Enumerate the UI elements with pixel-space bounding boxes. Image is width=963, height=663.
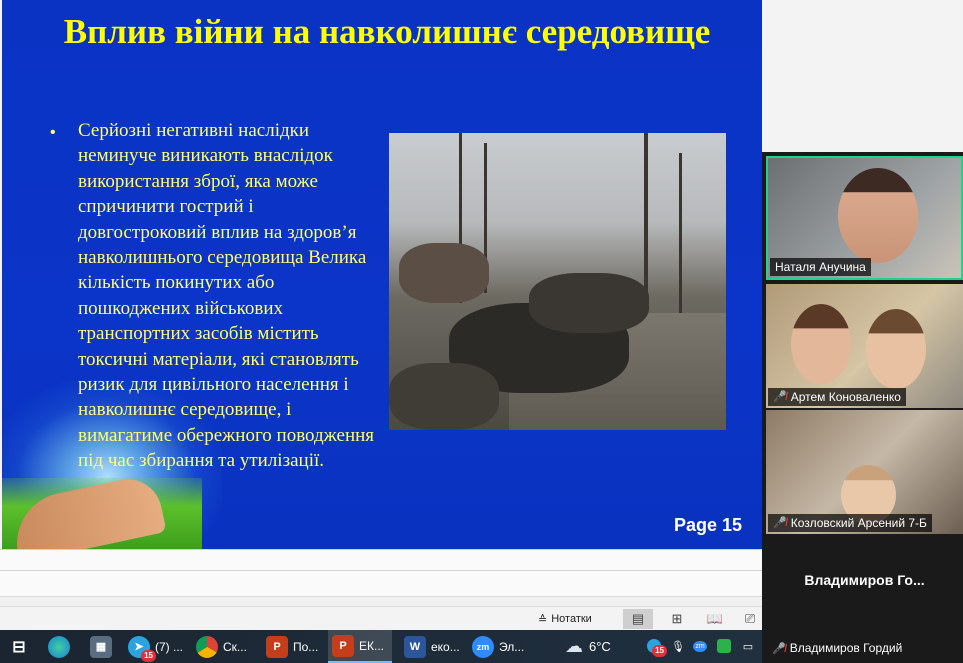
taskbar-powerpoint-2[interactable]: P ЕК... bbox=[328, 630, 392, 663]
tray-telegram-icon: 15 bbox=[647, 639, 667, 657]
notes-icon: ≙ bbox=[538, 613, 548, 626]
participant-name-tag: 🎤̸ Владимиров Гордий bbox=[766, 637, 963, 659]
taskbar-chrome[interactable]: Ск... bbox=[192, 630, 251, 663]
slide: Вплив війни на навколишнє середовище • С… bbox=[2, 0, 762, 549]
mic-muted-icon: 🎤̸ bbox=[773, 391, 787, 403]
calculator-icon: ▦ bbox=[90, 635, 112, 658]
normal-view-button[interactable]: ▤ bbox=[623, 609, 653, 629]
powerpoint-icon: P bbox=[266, 635, 288, 658]
microphone-icon[interactable]: 🎙 bbox=[668, 636, 688, 656]
tray-telegram[interactable]: 15 bbox=[644, 636, 667, 657]
weather-widget[interactable]: ☁ 6°C bbox=[565, 630, 611, 663]
video-tile[interactable]: Наталя Анучина bbox=[766, 156, 963, 280]
ppt1-label: По... bbox=[293, 639, 319, 654]
taskbar-powerpoint-1[interactable]: P По... bbox=[262, 630, 322, 663]
notes-button[interactable]: ≙ Нотатки bbox=[538, 610, 592, 628]
participant-video bbox=[866, 309, 926, 389]
chrome-icon bbox=[196, 635, 218, 658]
taskbar: ⊟ ▦ ➤ 15 (7) ... Ск... P По... P ЕК... W … bbox=[0, 630, 762, 663]
divider bbox=[0, 570, 762, 571]
video-tile[interactable]: 🎤̸ Артем Коноваленко bbox=[766, 284, 963, 408]
horizontal-scrollbar[interactable] bbox=[0, 596, 762, 606]
task-view-icon: ⊟ bbox=[12, 638, 26, 656]
participant-video bbox=[791, 304, 851, 384]
bullet-icon: • bbox=[50, 124, 56, 141]
slideshow-button[interactable]: ⎚ bbox=[738, 609, 762, 629]
zoom-icon: zm bbox=[472, 635, 494, 658]
participant-name-tag: 🎤̸ Козловский Арсений 7-Б bbox=[768, 514, 932, 532]
tray-zoom-icon[interactable]: zm bbox=[690, 636, 710, 656]
debris-shape bbox=[529, 273, 649, 333]
slide-bullet-text: Серйозні негативні наслідки неминуче вин… bbox=[78, 120, 375, 472]
telegram-icon: ➤ 15 bbox=[128, 635, 156, 662]
video-tile[interactable]: Владимиров Го... bbox=[766, 536, 963, 634]
war-damage-photo bbox=[389, 133, 726, 430]
cloud-icon: ☁ bbox=[565, 636, 583, 656]
participant-name-tag: Наталя Анучина bbox=[770, 258, 871, 276]
taskbar-calculator[interactable]: ▦ bbox=[86, 630, 116, 663]
status-bar: ≙ Нотатки ▤ ⊞ 📖 ⎚ bbox=[0, 606, 762, 630]
temperature: 6°C bbox=[589, 639, 611, 654]
mic-muted-icon: 🎤̸ bbox=[773, 517, 787, 529]
video-panel: Наталя Анучина 🎤̸ Артем Коноваленко 🎤̸ К… bbox=[762, 152, 963, 663]
participant-display-name: Владимиров Го... bbox=[804, 572, 925, 588]
mic-muted-icon: 🎤̸ bbox=[772, 642, 786, 655]
tree-shape bbox=[679, 153, 682, 323]
debris-shape bbox=[399, 243, 489, 303]
notes-label: Нотатки bbox=[551, 613, 592, 625]
tray-network-icon[interactable]: ▭ bbox=[738, 636, 758, 656]
telegram-label: (7) ... bbox=[155, 639, 184, 654]
tray-app-icon[interactable] bbox=[714, 636, 734, 656]
word-label: еко... bbox=[431, 639, 460, 654]
taskbar-word[interactable]: W еко... bbox=[400, 630, 464, 663]
participant-name-tag: 🎤̸ Артем Коноваленко bbox=[768, 388, 906, 406]
powerpoint-icon: P bbox=[332, 634, 354, 657]
screen: Вплив війни на навколишнє середовище • С… bbox=[0, 0, 963, 663]
chrome-label: Ск... bbox=[223, 639, 247, 654]
page-number: Page 15 bbox=[674, 515, 743, 535]
edge-icon bbox=[48, 635, 70, 658]
taskbar-telegram[interactable]: ➤ 15 (7) ... bbox=[124, 630, 187, 663]
participant-name: Козловский Арсений 7-Б bbox=[790, 516, 927, 530]
word-icon: W bbox=[404, 635, 426, 658]
reading-view-button[interactable]: 📖 bbox=[700, 609, 730, 629]
telegram-badge: 15 bbox=[141, 649, 156, 662]
zoom-label: Эл... bbox=[499, 639, 525, 654]
participant-name: Артем Коноваленко bbox=[790, 390, 901, 404]
ppt2-label: ЕК... bbox=[359, 638, 384, 653]
participant-name: Наталя Анучина bbox=[775, 260, 866, 274]
participant-video bbox=[838, 168, 918, 263]
participant-name: Владимиров Гордий bbox=[789, 641, 903, 655]
debris-shape bbox=[389, 363, 499, 430]
slide-title: Вплив війни на навколишнє середовище bbox=[63, 12, 711, 51]
taskbar-zoom[interactable]: zm Эл... bbox=[468, 630, 528, 663]
video-tile[interactable]: 🎤̸ Козловский Арсений 7-Б bbox=[766, 410, 963, 534]
slide-sorter-button[interactable]: ⊞ bbox=[662, 609, 692, 629]
tray-badge: 15 bbox=[652, 645, 667, 657]
taskbar-edge[interactable] bbox=[44, 630, 74, 663]
task-view-button[interactable]: ⊟ bbox=[4, 630, 34, 663]
